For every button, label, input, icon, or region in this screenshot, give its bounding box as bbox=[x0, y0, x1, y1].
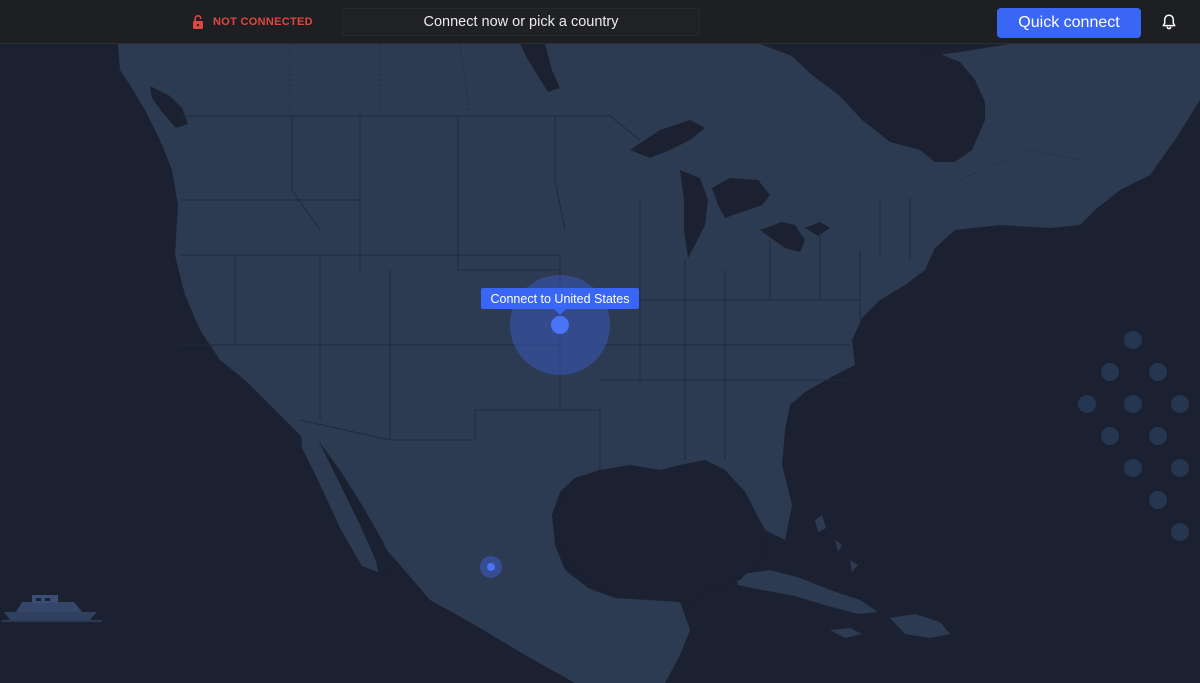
status-label: NOT CONNECTED bbox=[213, 16, 313, 28]
map-canvas bbox=[0, 44, 1200, 683]
world-map[interactable] bbox=[0, 44, 1200, 683]
us-location-marker[interactable] bbox=[551, 316, 569, 334]
connection-status: NOT CONNECTED bbox=[192, 0, 313, 44]
boat-icon bbox=[2, 595, 102, 622]
connect-tooltip[interactable]: Connect to United States bbox=[481, 288, 639, 315]
prompt-text: Connect now or pick a country bbox=[423, 14, 619, 30]
quick-connect-button[interactable]: Quick connect bbox=[997, 8, 1141, 38]
top-bar: NOT CONNECTED Connect now or pick a coun… bbox=[0, 0, 1200, 44]
connection-prompt: Connect now or pick a country bbox=[342, 8, 700, 36]
vpn-app-window: NOT CONNECTED Connect now or pick a coun… bbox=[0, 0, 1200, 683]
bell-icon[interactable] bbox=[1160, 13, 1178, 31]
mexico-location-marker[interactable] bbox=[487, 563, 495, 571]
lock-open-icon bbox=[192, 15, 204, 29]
